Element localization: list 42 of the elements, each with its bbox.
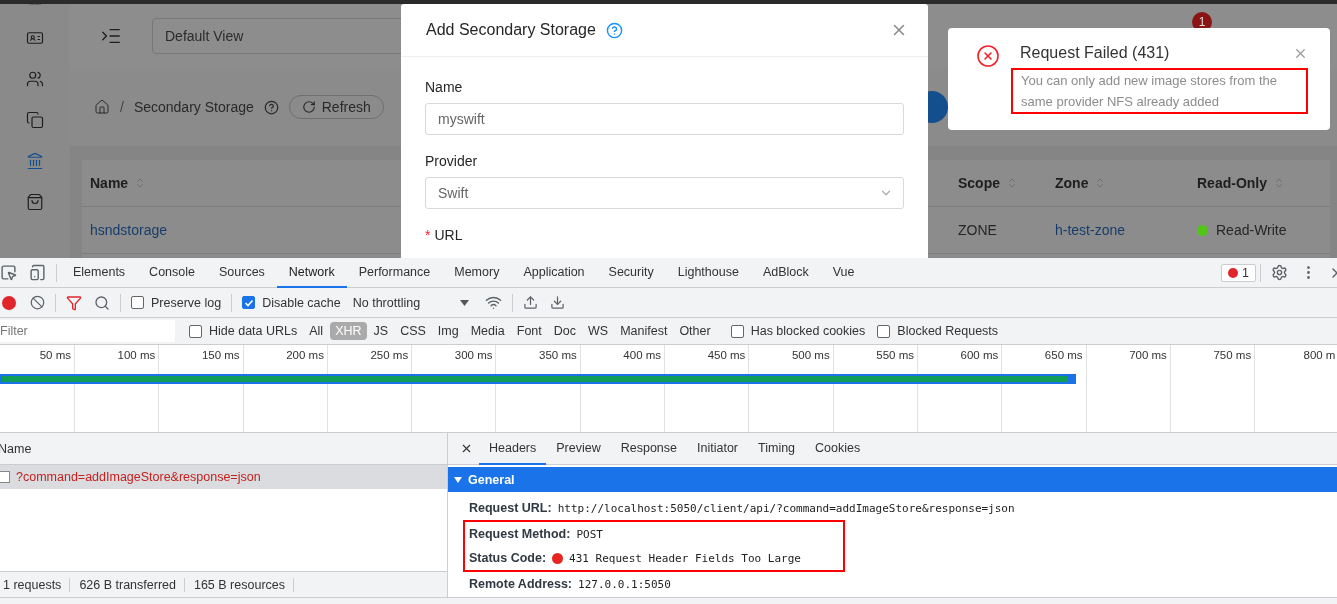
header-value: http://localhost:5050/client/api/?command=addImageStore&response=json [557, 501, 1015, 515]
time-tick: 800 m [1303, 349, 1336, 361]
time-tick: 650 ms [1044, 349, 1083, 361]
time-tick: 200 ms [286, 349, 324, 361]
notification-message: You can only add new image stores from the same provider NFS already added [1011, 68, 1308, 114]
header-key: Status Code: [469, 551, 547, 565]
field-label: URL [434, 227, 463, 243]
time-tick: 550 ms [876, 349, 914, 361]
hide-data-urls-label: Hide data URLs [209, 324, 298, 338]
time-tick: 600 ms [960, 349, 999, 361]
field-label: Provider [425, 153, 478, 169]
status-text: 626 B transferred [76, 577, 185, 592]
breadcrumb-separator: / [120, 99, 124, 115]
field-label: Name [425, 79, 463, 95]
status-text: 1 requests [0, 577, 71, 592]
breadcrumb-current: Secondary Storage [133, 99, 254, 115]
time-tick: 150 ms [201, 349, 240, 361]
status-text: 165 B resources [190, 577, 294, 592]
time-tick: 700 ms [1129, 349, 1167, 361]
header-key: Remote Address: [469, 577, 573, 591]
header-key: Request URL: [469, 501, 552, 515]
header-value: POST [576, 527, 603, 541]
header-key: Request Method: [469, 527, 571, 541]
time-tick: 350 ms [539, 349, 577, 361]
table-cell: ZONE [958, 222, 997, 238]
blocked-cookies-label: Has blocked cookies [750, 324, 866, 338]
time-tick: 750 ms [1213, 349, 1252, 361]
time-tick: 50 ms [39, 349, 71, 361]
disable-cache-label: Disable cache [262, 295, 341, 310]
table-cell: Read-Write [1216, 222, 1287, 238]
time-tick: 400 ms [623, 349, 662, 361]
notification-title: Request Failed (431) [1020, 44, 1170, 62]
preserve-log-label: Preserve log [151, 295, 222, 310]
time-tick: 450 ms [707, 349, 746, 361]
header-value: 127.0.0.1:5050 [578, 577, 671, 591]
time-tick: 300 ms [454, 349, 493, 361]
time-tick: 250 ms [370, 349, 409, 361]
required-mark: * [425, 227, 431, 243]
time-tick: 500 ms [791, 349, 830, 361]
time-tick: 100 ms [117, 349, 156, 361]
header-value: 431 Request Header Fields Too Large [569, 551, 801, 565]
blocked-requests-label: Blocked Requests [897, 324, 999, 338]
